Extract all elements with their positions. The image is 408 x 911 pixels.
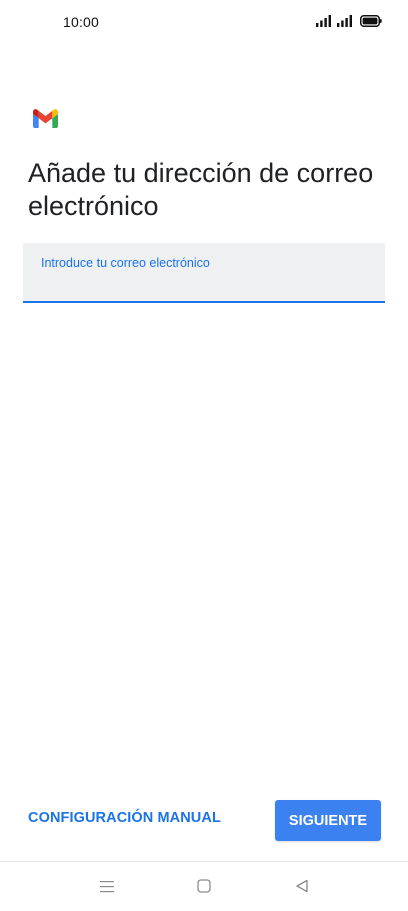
signal-icon [316, 15, 331, 27]
menu-button[interactable] [97, 876, 117, 896]
status-icons [316, 15, 382, 27]
battery-icon [360, 15, 382, 27]
home-button[interactable] [194, 876, 214, 896]
manual-setup-button[interactable]: CONFIGURACIÓN MANUAL [28, 810, 221, 826]
email-input[interactable] [41, 273, 361, 295]
next-button[interactable]: SIGUIENTE [275, 800, 381, 841]
home-icon [197, 879, 211, 893]
status-time: 10:00 [63, 14, 100, 30]
back-button[interactable] [292, 876, 312, 896]
screen: 10:00 Añade tu dirección de correo elect… [0, 0, 408, 911]
navigation-bar [0, 862, 408, 911]
back-icon [296, 879, 308, 893]
gmail-logo-icon [33, 109, 58, 128]
signal-icon [337, 15, 352, 27]
page-title: Añade tu dirección de correo electrónico [28, 158, 374, 221]
email-field-label: Introduce tu correo electrónico [41, 256, 210, 270]
menu-icon [100, 880, 114, 892]
status-bar: 10:00 [0, 0, 408, 46]
email-field[interactable]: Introduce tu correo electrónico [23, 243, 385, 303]
